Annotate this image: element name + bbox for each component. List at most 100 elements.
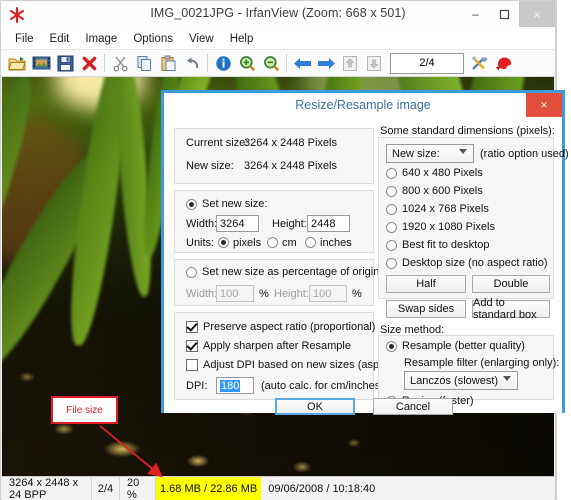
delete-icon[interactable] [77,51,101,75]
menu-item-image[interactable]: Image [77,31,125,47]
menu-item-options[interactable]: Options [125,31,181,47]
window-controls: – × [461,1,555,29]
toolbar: 2/4 [1,50,555,77]
best-fit-desktop-label: Best fit to desktop [402,239,490,251]
menu-item-file[interactable]: File [7,31,42,47]
height-label: Height: [272,218,307,230]
units-inches-radio[interactable] [305,237,316,248]
width-label: Width: [186,218,218,230]
adjust-dpi-checkbox[interactable] [186,359,198,371]
file-size-callout: File size [51,396,118,424]
apply-sharpen-checkbox[interactable] [186,340,198,352]
standard-size-dropdown-note: (ratio option used) [480,148,569,160]
ok-button[interactable]: OK [275,398,355,415]
resample-filter-value: Lanczos (slowest) [410,374,499,387]
info-icon[interactable] [211,51,235,75]
set-percentage-radio[interactable] [186,267,197,278]
previous-arrow-icon[interactable] [290,51,314,75]
resize-resample-dialog: Resize/Resample image × Current size: 32… [161,90,569,415]
units-cm-radio[interactable] [267,237,278,248]
set-new-size-label: Set new size: [202,198,268,210]
menu-bar: File Edit Image Options View Help [1,29,555,50]
standard-size-dropdown[interactable]: New size: [386,144,474,163]
apply-sharpen-label: Apply sharpen after Resample [203,340,351,352]
resample-filter-label: Resample filter (enlarging only): [404,357,560,369]
units-pixels-radio[interactable] [218,237,229,248]
standard-1024x768-label: 1024 x 768 Pixels [402,203,489,215]
settings-tools-icon[interactable] [468,51,492,75]
dialog-body: Current size: 3264 x 2448 Pixels New siz… [164,120,569,415]
standard-800x600-label: 800 x 600 Pixels [402,185,483,197]
toolbar-separator [286,54,287,72]
page-counter-text: 2/4 [419,57,435,69]
best-fit-desktop-radio[interactable] [386,240,397,251]
thumbnails-icon[interactable] [29,51,53,75]
menu-item-view[interactable]: View [181,31,222,47]
file-size-callout-label: File size [66,404,103,416]
resample-label: Resample (better quality) [402,340,525,352]
zoom-in-icon[interactable] [235,51,259,75]
new-size-label: New size: [186,160,234,172]
minimize-button[interactable]: – [461,1,490,27]
standard-1920x1080-label: 1920 x 1080 Pixels [402,221,495,233]
height-input[interactable] [307,215,350,232]
standard-640x480-label: 640 x 480 Pixels [402,167,483,179]
dialog-title-bar: Resize/Resample image × [164,93,562,120]
dpi-hint: (auto calc. for cm/inches) [261,380,384,392]
dialog-close-button[interactable]: × [526,93,562,117]
paste-icon[interactable] [156,51,180,75]
chevron-down-icon [503,376,511,381]
percentage-width-label: Width: [186,288,218,300]
resample-radio[interactable] [386,341,397,352]
chevron-down-icon [459,149,467,154]
status-datetime: 09/06/2008 / 10:18:40 [268,482,376,495]
menu-item-edit[interactable]: Edit [42,31,78,47]
units-label: Units: [186,237,215,249]
screen: IMG_0021JPG - IrfanView (Zoom: 668 x 501… [0,0,571,500]
percentage-height-input[interactable] [309,285,347,302]
desktop-size-label: Desktop size (no aspect ratio) [402,257,548,269]
half-button[interactable]: Half [386,275,466,293]
dialog-title: Resize/Resample image [295,98,431,112]
percentage-width-input[interactable] [216,285,254,302]
undo-icon[interactable] [180,51,204,75]
width-input[interactable] [216,215,259,232]
resample-filter-dropdown[interactable]: Lanczos (slowest) [404,371,518,390]
close-button[interactable]: × [519,1,555,27]
standard-1024x768-radio[interactable] [386,204,397,215]
percentage-width-unit: % [259,288,269,300]
cancel-button[interactable]: Cancel [373,398,453,415]
set-new-size-radio[interactable] [186,199,197,210]
current-size-label: Current size: [186,137,249,149]
standard-dimensions-group-label: Some standard dimensions (pixels): [380,125,555,137]
swap-sides-button[interactable]: Swap sides [386,300,466,318]
preserve-aspect-checkbox[interactable] [186,321,198,333]
add-to-standard-box-button[interactable]: Add to standard box [472,297,550,321]
first-image-icon [338,51,362,75]
preserve-aspect-label: Preserve aspect ratio (proportional) [203,321,376,333]
menu-item-help[interactable]: Help [222,31,262,47]
window-title-bar: IMG_0021JPG - IrfanView (Zoom: 668 x 501… [1,1,555,29]
standard-1920x1080-radio[interactable] [386,222,397,233]
cut-icon[interactable] [108,51,132,75]
maximize-button[interactable] [490,1,519,27]
open-folder-icon[interactable] [5,51,29,75]
page-counter-box[interactable]: 2/4 [390,52,464,74]
next-arrow-icon[interactable] [314,51,338,75]
copy-icon[interactable] [132,51,156,75]
last-image-icon [362,51,386,75]
desktop-size-radio[interactable] [386,258,397,269]
standard-640x480-radio[interactable] [386,168,397,179]
current-size-value: 3264 x 2448 Pixels [244,137,337,149]
units-pixels-label: pixels [233,237,262,249]
percentage-height-unit: % [352,288,362,300]
standard-size-dropdown-value: New size: [392,147,440,160]
units-inches-label: inches [320,237,352,249]
annotation-arrow [99,425,163,478]
save-icon[interactable] [53,51,77,75]
paint-icon[interactable] [492,51,516,75]
standard-800x600-radio[interactable] [386,186,397,197]
set-percentage-label: Set new size as percentage of original: [202,266,391,278]
zoom-out-icon[interactable] [259,51,283,75]
double-button[interactable]: Double [472,275,550,293]
